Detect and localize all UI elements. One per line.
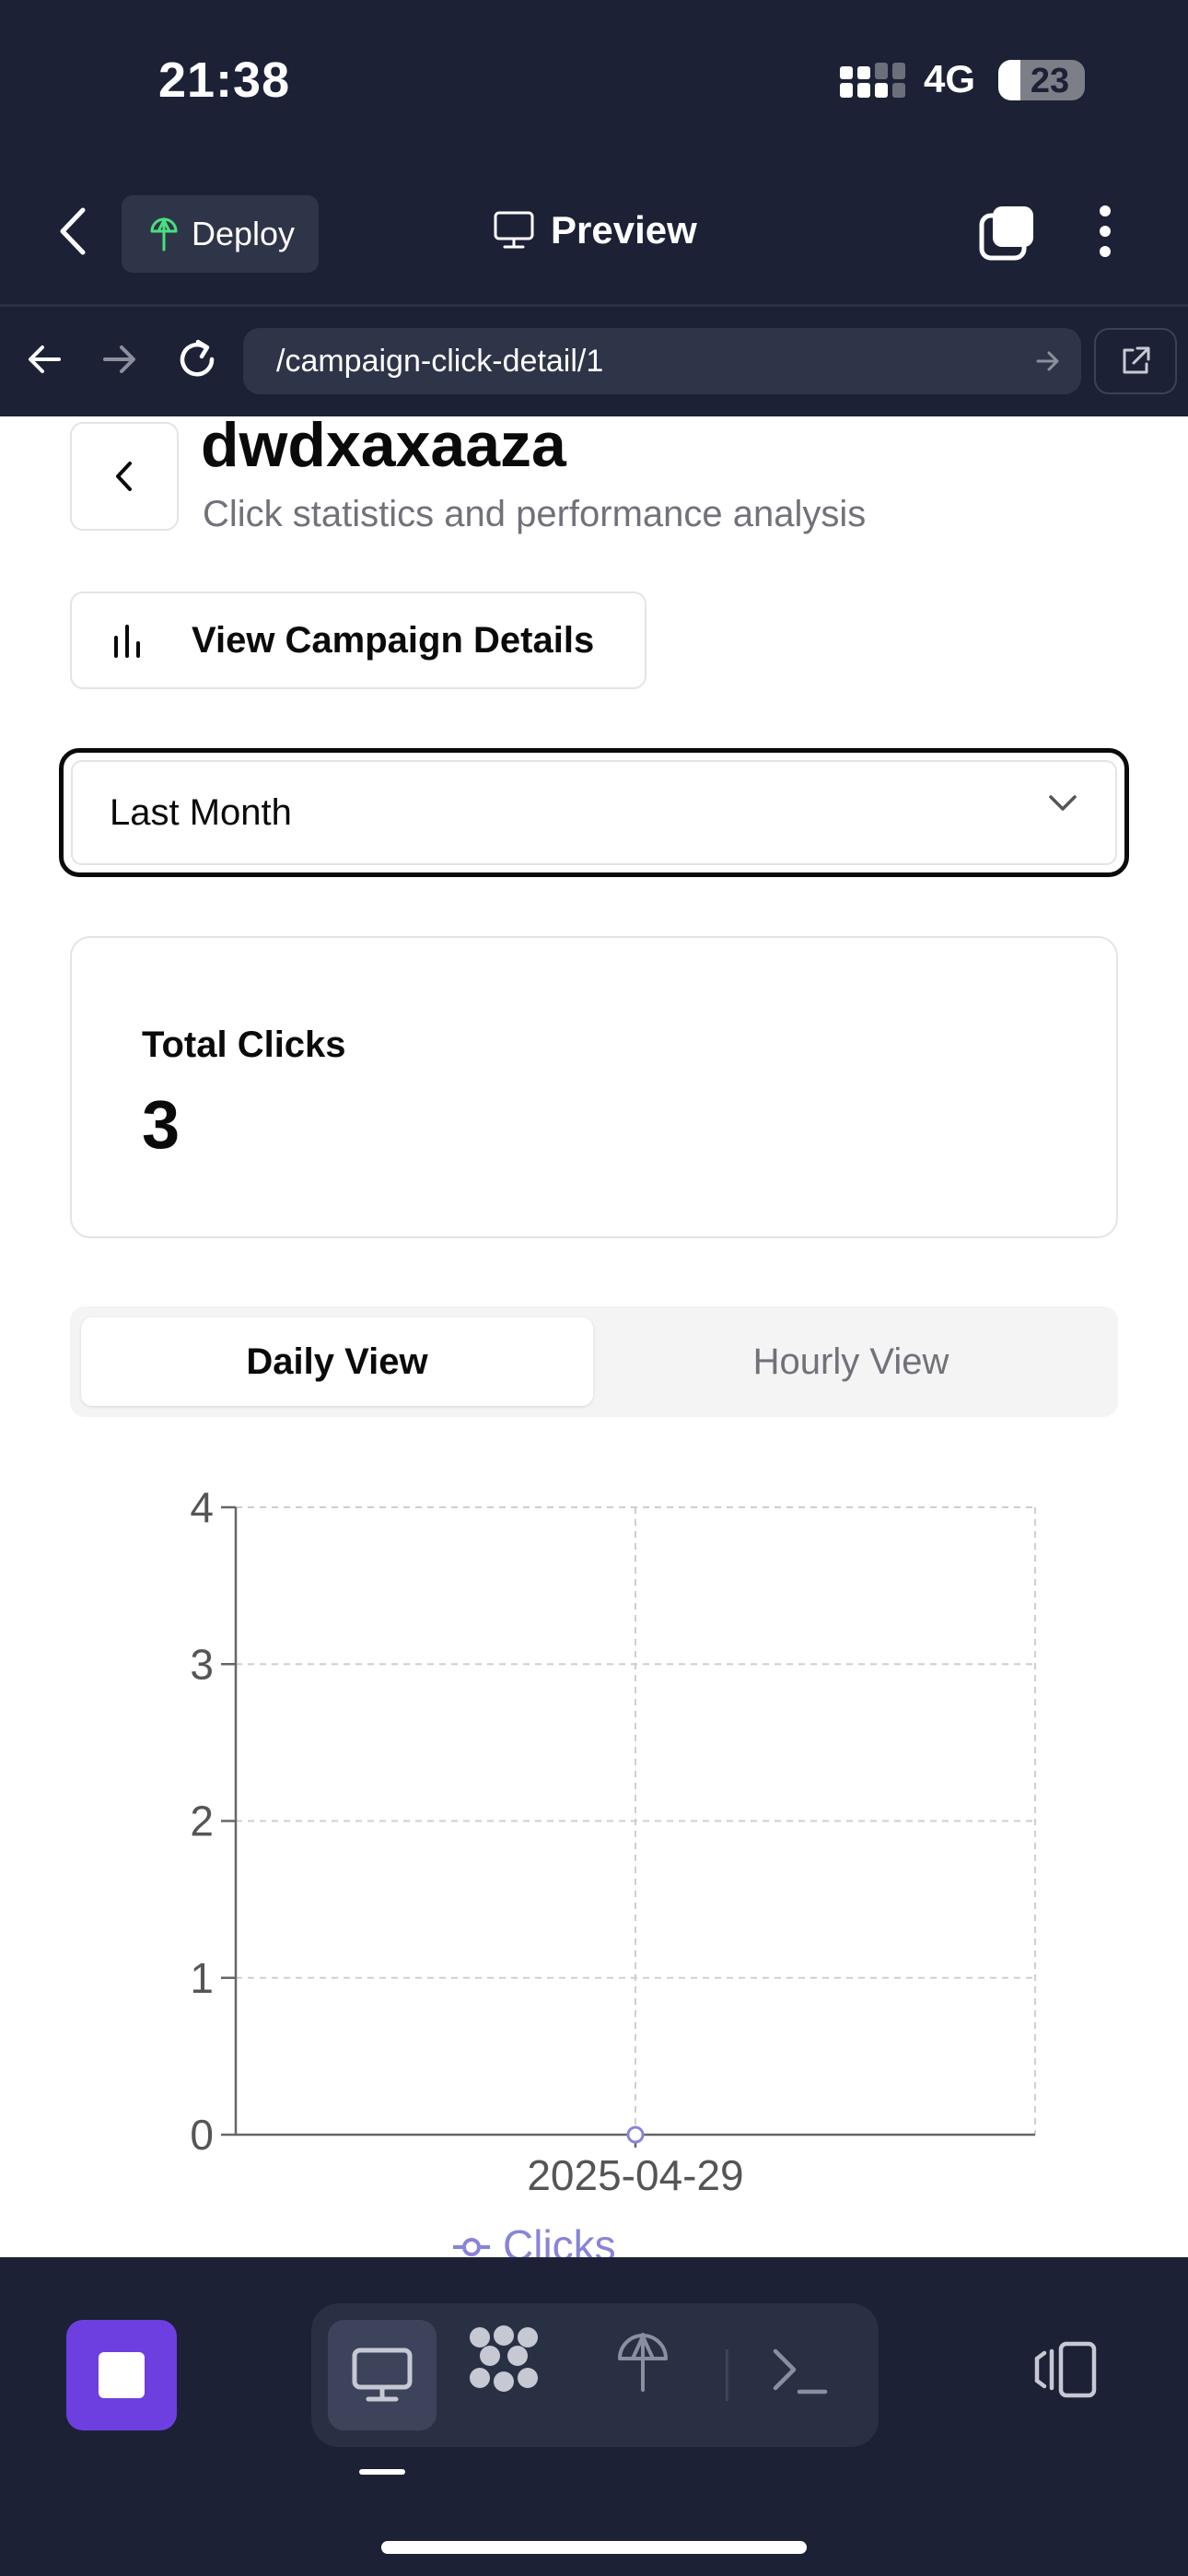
reload-icon[interactable] <box>175 337 219 381</box>
preview-label: Preview <box>551 208 697 252</box>
preview-tab[interactable]: Preview <box>494 208 697 252</box>
clicks-line-chart: 0 1 2 3 4 2025-04-29 Clicks <box>190 1483 1036 2257</box>
chevron-left-icon <box>116 462 132 491</box>
tabs-icon[interactable] <box>978 205 1035 262</box>
monitor-icon <box>494 211 534 249</box>
total-clicks-card: Total Clicks 3 <box>70 936 1118 1238</box>
signal-icon <box>840 63 906 100</box>
deploy-icon <box>150 217 178 252</box>
arrow-right-icon[interactable] <box>101 341 138 378</box>
more-vertical-icon[interactable] <box>1096 205 1114 258</box>
battery-indicator: 23 <box>998 60 1085 100</box>
apps-icon[interactable] <box>468 2325 540 2397</box>
stop-button[interactable] <box>66 2320 177 2430</box>
page-subtitle: Click statistics and performance analysi… <box>203 494 867 534</box>
external-link-icon <box>1123 346 1150 374</box>
deploy-icon[interactable] <box>615 2329 670 2394</box>
status-time: 21:38 <box>158 53 291 108</box>
y-tick-label: 1 <box>190 1954 214 2002</box>
home-indicator <box>381 2541 807 2554</box>
y-tick-label: 0 <box>190 2111 214 2159</box>
view-campaign-details-button[interactable]: View Campaign Details <box>70 591 646 689</box>
devices-icon[interactable] <box>1031 2340 1100 2399</box>
battery-level: 23 <box>1030 62 1070 100</box>
total-clicks-value: 3 <box>142 1086 181 1163</box>
chevron-down-icon <box>1049 795 1077 811</box>
battery-tip <box>1077 72 1085 88</box>
y-tick-label: 4 <box>190 1483 214 1531</box>
bottom-toolbar <box>311 2303 879 2447</box>
tab-hourly-view[interactable]: Hourly View <box>595 1317 1107 1406</box>
deploy-button[interactable]: Deploy <box>122 195 319 273</box>
y-tick-label: 3 <box>190 1640 214 1688</box>
header-divider <box>0 304 1188 307</box>
legend-label: Clicks <box>503 2221 616 2257</box>
network-type: 4G <box>924 57 976 100</box>
active-tab-indicator <box>359 2469 405 2475</box>
view-campaign-details-label: View Campaign Details <box>192 619 595 661</box>
url-bar[interactable]: /campaign-click-detail/1 <box>243 328 1081 394</box>
tab-daily-view[interactable]: Daily View <box>81 1317 593 1406</box>
monitor-icon <box>352 2348 413 2402</box>
toolbar-divider <box>726 2349 728 2401</box>
data-point <box>626 2125 645 2144</box>
stop-icon <box>99 2352 145 2398</box>
preview-mode-button[interactable] <box>328 2320 437 2430</box>
total-clicks-label: Total Clicks <box>142 1025 346 1065</box>
back-icon[interactable] <box>55 205 92 258</box>
back-button[interactable] <box>70 422 179 531</box>
date-range-select[interactable]: Last Month <box>59 748 1129 877</box>
date-range-value: Last Month <box>110 791 292 833</box>
deploy-label: Deploy <box>192 215 296 252</box>
bar-chart-icon <box>114 625 140 658</box>
terminal-icon[interactable] <box>772 2344 829 2401</box>
open-external-button[interactable] <box>1094 328 1177 394</box>
x-tick-label: 2025-04-29 <box>527 2151 743 2199</box>
page-title: dwdxaxaaza <box>201 416 566 480</box>
legend-marker <box>462 2238 481 2256</box>
view-tabs: Daily View Hourly View <box>70 1306 1118 1417</box>
y-tick-label: 2 <box>190 1797 214 1845</box>
arrow-left-icon[interactable] <box>26 341 63 378</box>
page-content: dwdxaxaaza Click statistics and performa… <box>0 416 1188 2257</box>
arrow-right-icon[interactable] <box>1035 348 1061 374</box>
url-text: /campaign-click-detail/1 <box>276 343 604 379</box>
